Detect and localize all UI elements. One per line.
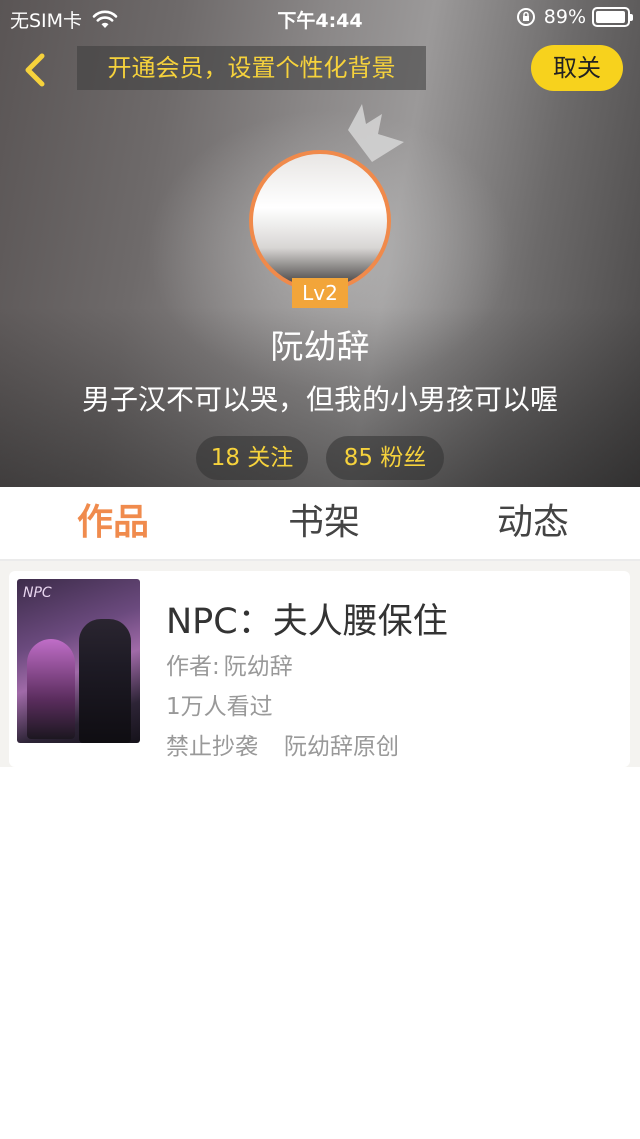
book-title[interactable]: NPC：夫人腰保住	[166, 593, 448, 644]
cover-title: NPC	[23, 585, 52, 601]
avatar[interactable]	[249, 150, 391, 292]
book-author: 阮幼辞	[223, 654, 293, 680]
book-card[interactable]: NPC NPC：夫人腰保住 作者: 阮幼辞 1万人看过 禁止抄袭 阮幼辞原创	[9, 571, 630, 767]
username: 阮幼辞	[270, 327, 370, 366]
cover-figure-left	[27, 639, 75, 739]
back-button[interactable]	[14, 48, 54, 92]
fans-count[interactable]: 85 粉丝	[326, 436, 444, 480]
book-cover[interactable]: NPC	[17, 579, 140, 743]
book-author-label: 作者:	[166, 654, 220, 680]
rotation-lock-icon	[516, 8, 535, 26]
book-author-row: 作者: 阮幼辞	[166, 647, 293, 681]
level-badge: Lv2	[292, 278, 348, 308]
book-tag: 阮幼辞原创	[284, 734, 399, 760]
tab-works[interactable]: 作品	[33, 487, 193, 559]
battery-icon	[592, 7, 633, 27]
battery-percent: 89%	[543, 6, 586, 28]
cover-figure-right	[79, 619, 131, 743]
status-bar: 无SIM卡 下午4:44 89%	[0, 0, 640, 36]
vip-background-banner[interactable]: 开通会员，设置个性化背景	[77, 46, 426, 90]
following-count[interactable]: 18 关注	[196, 436, 308, 480]
tab-feed[interactable]: 动态	[453, 487, 613, 559]
user-bio: 男子汉不可以哭，但我的小男孩可以喔	[81, 383, 558, 416]
book-views: 1万人看过	[166, 694, 273, 720]
book-tag: 禁止抄袭	[166, 734, 258, 760]
profile-header: 无SIM卡 下午4:44 89% 开通会员，设置个性化背景 取关 Lv2 阮幼辞…	[0, 0, 640, 487]
profile-tabs: 作品 书架 动态	[0, 487, 640, 561]
unfollow-button[interactable]: 取关	[531, 45, 623, 91]
tab-bookshelf[interactable]: 书架	[244, 487, 404, 559]
book-tags: 禁止抄袭 阮幼辞原创	[166, 727, 399, 761]
